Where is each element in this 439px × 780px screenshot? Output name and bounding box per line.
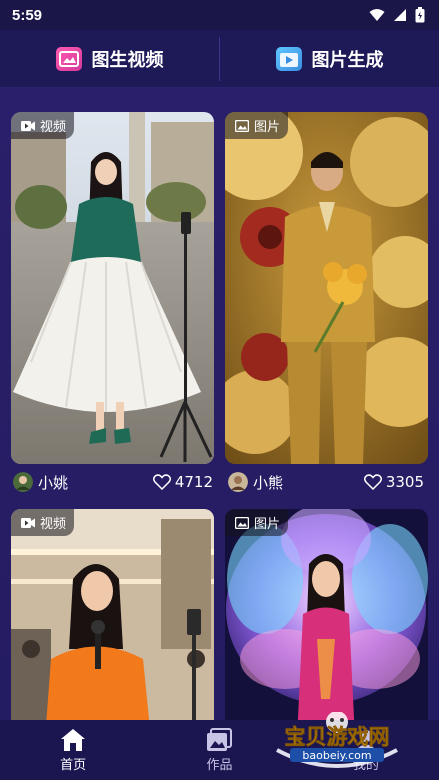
feed-card[interactable]: 图片 xyxy=(225,509,428,720)
card-type-badge: 视频 xyxy=(11,112,75,139)
video-icon xyxy=(21,517,35,528)
feed-card[interactable]: 视频 xyxy=(11,112,214,464)
image-generate-icon xyxy=(275,46,302,71)
like-count-value: 3305 xyxy=(385,473,424,491)
heart-icon xyxy=(363,474,382,490)
nav-home[interactable]: 首页 xyxy=(0,720,146,780)
card-author[interactable]: 小姚 xyxy=(13,472,68,493)
card-type-label: 图片 xyxy=(254,120,281,135)
card-author[interactable]: 小熊 xyxy=(228,472,283,493)
battery-icon xyxy=(415,7,425,23)
gallery-icon xyxy=(207,727,233,751)
like-count[interactable]: 3305 xyxy=(363,473,424,491)
card-thumbnail xyxy=(11,112,214,464)
avatar xyxy=(13,472,33,492)
video-icon xyxy=(21,120,35,131)
card-meta: 小姚 4712 xyxy=(13,469,213,495)
card-thumbnail xyxy=(225,509,428,720)
watermark: 宝贝游戏网 baobeiy.com xyxy=(262,711,412,774)
status-time: 5:59 xyxy=(12,6,43,24)
image-icon xyxy=(235,516,249,529)
image-to-video-icon xyxy=(55,46,82,71)
watermark-title: 宝贝游戏网 xyxy=(285,725,390,749)
card-type-label: 图片 xyxy=(254,517,281,532)
home-icon xyxy=(61,728,86,751)
status-bar: 5:59 xyxy=(0,0,439,30)
top-tab-bar: 图生视频 图片生成 xyxy=(0,30,439,88)
feed-card[interactable]: 图片 xyxy=(225,112,428,464)
tab-image-to-video-label: 图生视频 xyxy=(91,49,164,71)
feed-card[interactable]: 视频 xyxy=(11,509,214,720)
wifi-icon xyxy=(369,9,385,21)
tab-image-generate[interactable]: 图片生成 xyxy=(220,30,439,87)
heart-icon xyxy=(152,474,171,490)
watermark-logo: 宝贝游戏网 baobeiy.com xyxy=(276,711,398,768)
card-type-badge: 图片 xyxy=(225,509,289,536)
tab-image-generate-label: 图片生成 xyxy=(311,49,384,71)
like-count[interactable]: 4712 xyxy=(152,473,213,491)
card-type-badge: 图片 xyxy=(225,112,289,139)
signal-icon xyxy=(394,9,406,21)
card-thumbnail xyxy=(11,509,214,720)
author-name: 小姚 xyxy=(38,473,69,492)
tab-image-to-video[interactable]: 图生视频 xyxy=(0,30,219,87)
nav-works-label: 作品 xyxy=(206,757,233,773)
card-type-label: 视频 xyxy=(40,517,67,532)
watermark-url: baobeiy.com xyxy=(302,749,371,762)
card-thumbnail xyxy=(225,112,428,464)
author-name: 小熊 xyxy=(253,473,284,492)
card-meta: 小熊 3305 xyxy=(228,469,424,495)
card-type-label: 视频 xyxy=(40,120,67,135)
nav-home-label: 首页 xyxy=(60,757,87,773)
feed-content[interactable]: 视频 图片 小姚 4712 小熊 3305 视频 图片 xyxy=(0,88,439,720)
image-icon xyxy=(235,119,249,132)
status-icons xyxy=(369,7,425,23)
card-type-badge: 视频 xyxy=(11,509,75,536)
avatar xyxy=(228,472,248,492)
like-count-value: 4712 xyxy=(174,473,213,491)
